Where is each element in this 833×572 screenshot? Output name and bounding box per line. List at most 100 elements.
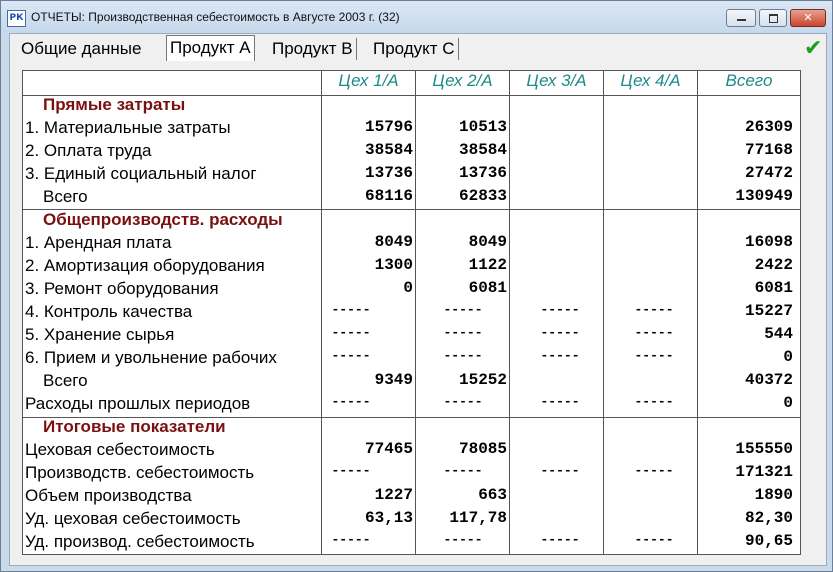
table-row: 5. Хранение сырья ----- ----- ----- ----- 544 bbox=[23, 325, 800, 348]
value-cell: 16098 bbox=[744, 233, 793, 251]
value-cell: 0 bbox=[783, 348, 793, 366]
value-cell: ----- bbox=[443, 348, 483, 363]
maximize-button[interactable] bbox=[759, 9, 787, 27]
value-cell: ----- bbox=[634, 463, 674, 478]
value-cell: 6081 bbox=[468, 279, 507, 297]
value-cell: 117,78 bbox=[449, 509, 507, 527]
section-header-row: Общепроизводств. расходы bbox=[23, 210, 800, 233]
value-cell: 15252 bbox=[458, 371, 507, 389]
row-label: Уд. цеховая себестоимость bbox=[25, 509, 241, 528]
column-header-shop-1: Цех 1/А bbox=[338, 71, 399, 90]
value-cell: 38584 bbox=[458, 141, 507, 159]
value-cell: ----- bbox=[443, 302, 483, 317]
table-row: Производств. себестоимость ----- ----- ----… bbox=[23, 463, 800, 486]
report-window: РК ОТЧЕТЫ: Производственная себестоимост… bbox=[0, 0, 833, 572]
table-row: Расходы прошлых периодов ----- ----- ----- -… bbox=[23, 394, 800, 417]
value-cell: 90,65 bbox=[744, 532, 793, 550]
value-cell: 1227 bbox=[374, 486, 413, 504]
row-label: Объем производства bbox=[25, 486, 192, 505]
section-header-row: Итоговые показатели bbox=[23, 417, 800, 440]
value-cell: 13736 bbox=[364, 164, 413, 182]
value-cell: ----- bbox=[331, 394, 371, 409]
value-cell: 1300 bbox=[374, 256, 413, 274]
table-row: 4. Контроль качества ----- ----- ----- -----… bbox=[23, 302, 800, 325]
value-cell: 77168 bbox=[744, 141, 793, 159]
section-title: Прямые затраты bbox=[43, 95, 186, 114]
value-cell: ----- bbox=[443, 463, 483, 478]
tab-product-a[interactable]: Продукт A bbox=[166, 35, 255, 61]
value-cell: ----- bbox=[540, 325, 580, 340]
row-label: 3. Единый социальный налог bbox=[25, 164, 257, 183]
value-cell: ----- bbox=[634, 394, 674, 409]
section-header-row: Прямые затраты bbox=[23, 95, 800, 118]
row-label: 3. Ремонт оборудования bbox=[25, 279, 219, 298]
value-cell: ----- bbox=[540, 394, 580, 409]
value-cell: 68116 bbox=[364, 187, 413, 205]
column-header-shop-3: Цех 3/А bbox=[526, 71, 587, 90]
value-cell: ----- bbox=[443, 394, 483, 409]
row-label: Производств. себестоимость bbox=[25, 463, 255, 482]
value-cell: 9349 bbox=[374, 371, 413, 389]
value-cell: ----- bbox=[540, 463, 580, 478]
window-title: ОТЧЕТЫ: Производственная себестоимость в… bbox=[31, 10, 400, 24]
value-cell: 2422 bbox=[754, 256, 793, 274]
value-cell: ----- bbox=[540, 532, 580, 547]
value-cell: 62833 bbox=[458, 187, 507, 205]
title-bar[interactable]: РК ОТЧЕТЫ: Производственная себестоимост… bbox=[1, 1, 832, 33]
value-cell: 0 bbox=[783, 394, 793, 412]
table-row: Всего 9349 15252 40372 bbox=[23, 371, 800, 394]
value-cell: ----- bbox=[634, 532, 674, 547]
minimize-button[interactable] bbox=[726, 9, 756, 27]
client-area: Общие данные Продукт A Продукт B Продукт… bbox=[9, 33, 827, 566]
value-cell: 8049 bbox=[468, 233, 507, 251]
value-cell: ----- bbox=[540, 302, 580, 317]
section-title: Общепроизводств. расходы bbox=[43, 210, 283, 229]
row-label: Цеховая себестоимость bbox=[25, 440, 215, 459]
table-row: 2. Амортизация оборудования 1300 1122 2422 bbox=[23, 256, 800, 279]
value-cell: ----- bbox=[540, 348, 580, 363]
column-header-shop-2: Цех 2/А bbox=[432, 71, 493, 90]
value-cell: 663 bbox=[478, 486, 507, 504]
row-label: 4. Контроль качества bbox=[25, 302, 193, 321]
value-cell: ----- bbox=[443, 325, 483, 340]
row-label: Всего bbox=[43, 187, 88, 206]
value-cell: 13736 bbox=[458, 164, 507, 182]
table-row: Объем производства 1227 663 1890 bbox=[23, 486, 800, 509]
row-label: Уд. производ. себестоимость bbox=[25, 532, 255, 551]
table-row: Уд. цеховая себестоимость 63,13 117,78 82,3… bbox=[23, 509, 800, 532]
value-cell: 0 bbox=[403, 279, 413, 297]
value-cell: ----- bbox=[634, 302, 674, 317]
row-label: 5. Хранение сырья bbox=[25, 325, 175, 344]
tab-general[interactable]: Общие данные bbox=[18, 38, 144, 60]
value-cell: 155550 bbox=[735, 440, 793, 458]
value-cell: 8049 bbox=[374, 233, 413, 251]
row-label: 2. Оплата труда bbox=[25, 141, 152, 160]
value-cell: 6081 bbox=[754, 279, 793, 297]
tab-product-b[interactable]: Продукт B bbox=[269, 38, 357, 60]
close-button[interactable] bbox=[790, 9, 826, 27]
table-row: 1. Арендная плата 8049 8049 16098 bbox=[23, 233, 800, 256]
value-cell: 77465 bbox=[364, 440, 413, 458]
value-cell: ----- bbox=[331, 325, 371, 340]
row-label: 1. Арендная плата bbox=[25, 233, 172, 252]
value-cell: 544 bbox=[764, 325, 793, 343]
value-cell: 82,30 bbox=[744, 509, 793, 527]
value-cell: 1890 bbox=[754, 486, 793, 504]
value-cell: ----- bbox=[634, 348, 674, 363]
report-table: Цех 1/А Цех 2/А Цех 3/А Цех 4/А Всего Пр… bbox=[22, 70, 801, 555]
column-header-shop-4: Цех 4/А bbox=[620, 71, 681, 90]
value-cell: ----- bbox=[443, 532, 483, 547]
row-label: 6. Прием и увольнение рабочих bbox=[25, 348, 277, 367]
value-cell: 78085 bbox=[458, 440, 507, 458]
tab-product-c[interactable]: Продукт C bbox=[370, 38, 459, 60]
value-cell: 26309 bbox=[744, 118, 793, 136]
value-cell: 15227 bbox=[744, 302, 793, 320]
row-label: 2. Амортизация оборудования bbox=[25, 256, 265, 275]
value-cell: 1122 bbox=[468, 256, 507, 274]
table-row: 6. Прием и увольнение рабочих ----- ----- -… bbox=[23, 348, 800, 371]
value-cell: 27472 bbox=[744, 164, 793, 182]
row-label: Расходы прошлых периодов bbox=[25, 394, 251, 413]
checkmark-icon[interactable]: ✔ bbox=[804, 36, 822, 61]
table-row: Уд. производ. себестоимость ----- ----- ---… bbox=[23, 532, 800, 555]
row-label: Всего bbox=[43, 371, 88, 390]
